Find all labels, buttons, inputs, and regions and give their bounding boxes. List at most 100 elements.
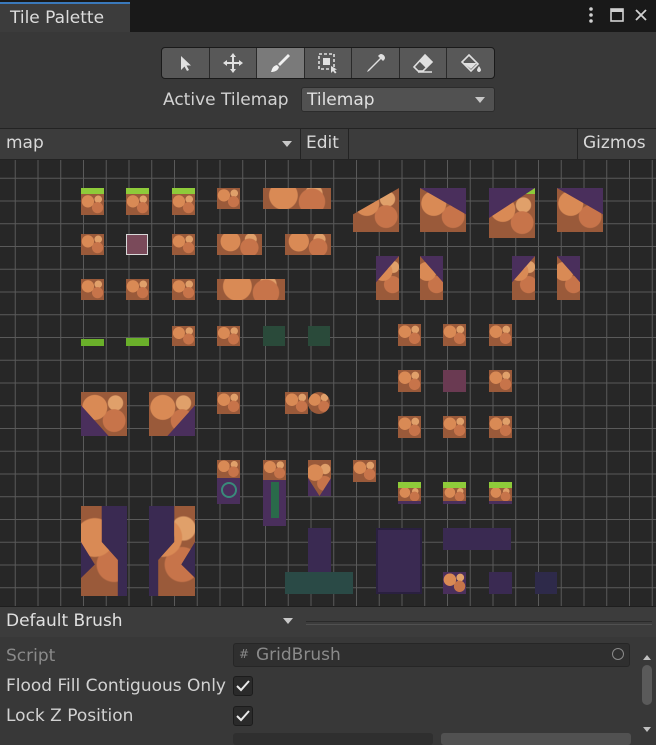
flood-fill-checkbox[interactable] (233, 676, 253, 696)
tile-grass-dirt[interactable] (172, 188, 195, 215)
tile-dirt[interactable] (398, 324, 421, 346)
partial-button[interactable] (441, 733, 631, 745)
tile-rock-pillar[interactable] (81, 506, 127, 596)
chevron-down-icon (282, 141, 292, 147)
tile-door[interactable] (285, 392, 308, 414)
scroll-up-icon[interactable] (643, 655, 651, 660)
tile-dungeon-door[interactable] (376, 528, 422, 594)
scroll-down-icon[interactable] (643, 727, 651, 732)
move-tool-button[interactable] (210, 48, 258, 78)
chevron-down-icon (283, 618, 293, 624)
more-vert-icon[interactable] (580, 4, 602, 26)
tile-dirt[interactable] (489, 324, 512, 346)
checkmark-icon (236, 680, 250, 692)
tile-dirt-wide[interactable] (217, 234, 262, 255)
palette-dropdown[interactable]: map (0, 129, 301, 159)
tile-stone[interactable] (489, 572, 512, 594)
tile-grass-slope[interactable] (489, 188, 535, 238)
chevron-down-icon (475, 97, 485, 103)
tile-swirl[interactable] (217, 460, 240, 504)
active-tilemap-dropdown[interactable]: Tilemap (301, 87, 495, 112)
select-tool-button[interactable] (162, 48, 210, 78)
gizmos-button[interactable]: Gizmos (577, 129, 656, 159)
tile-barrel[interactable] (308, 392, 330, 414)
tile-dirt[interactable] (489, 370, 512, 392)
box-fill-tool-button[interactable] (305, 48, 353, 78)
tile-grass-dirt[interactable] (126, 188, 149, 215)
tile-panel[interactable] (443, 370, 466, 392)
tile-dirt-wide[interactable] (217, 279, 285, 300)
brush-name: Default Brush (6, 611, 123, 631)
maximize-icon[interactable] (606, 4, 628, 26)
tile-dirt[interactable] (172, 326, 195, 346)
script-field: # GridBrush (233, 643, 630, 667)
tile-grass-slope[interactable] (512, 256, 535, 300)
tile-grass-ledge[interactable] (398, 482, 421, 504)
tile-palette-grid[interactable] (0, 160, 656, 606)
gizmos-label: Gizmos (583, 133, 646, 153)
erase-tool-button[interactable] (400, 48, 448, 78)
brush-dropdown[interactable]: Default Brush (0, 607, 301, 637)
tile-dirt-wide[interactable] (263, 188, 331, 209)
fill-tool-button[interactable] (447, 48, 494, 78)
lock-z-checkbox[interactable] (233, 706, 253, 726)
tile-grass-tuft[interactable] (126, 326, 149, 346)
tile-grass-dirt[interactable] (81, 188, 104, 215)
tile-dirt[interactable] (81, 279, 104, 300)
partial-field[interactable] (233, 733, 433, 745)
tile-rock-pillar[interactable] (149, 506, 195, 596)
tile-dirt[interactable] (126, 279, 149, 300)
tile-grass-ledge[interactable] (489, 482, 512, 504)
tile-slope[interactable] (376, 256, 399, 300)
object-picker-icon[interactable] (612, 648, 624, 660)
tile-dirt[interactable] (443, 324, 466, 346)
tile-dirt[interactable] (398, 416, 421, 438)
tile-dirt[interactable] (489, 416, 512, 438)
tile-rubble[interactable] (443, 572, 466, 594)
splitter-handle[interactable] (306, 621, 652, 625)
picker-tool-button[interactable] (352, 48, 400, 78)
tile-dirt-wide[interactable] (285, 234, 331, 255)
tile-dirt[interactable] (398, 370, 421, 392)
tile-dirt-drip[interactable] (308, 460, 331, 496)
paint-tool-button[interactable] (257, 48, 305, 78)
tab-tile-palette[interactable]: Tile Palette (0, 2, 130, 32)
tile-dirt[interactable] (172, 234, 195, 255)
tile-vine[interactable] (308, 326, 330, 346)
tile-grass-slope[interactable] (557, 256, 580, 300)
edit-button[interactable]: Edit (301, 129, 349, 159)
bucket-icon (460, 53, 481, 73)
checkmark-icon (236, 710, 250, 722)
tile-stone-wide[interactable] (443, 528, 511, 550)
arrow-icon (181, 56, 192, 71)
tool-toolbar (161, 47, 495, 79)
lock-z-label: Lock Z Position (6, 706, 134, 726)
move-icon (222, 53, 243, 73)
tile-dirt[interactable] (443, 416, 466, 438)
scroll-thumb[interactable] (642, 665, 652, 705)
tile-grass-tuft[interactable] (81, 326, 104, 346)
tile-selected[interactable] (126, 234, 148, 255)
tile-grass-ledge[interactable] (443, 482, 466, 504)
tile-slope[interactable] (353, 188, 399, 232)
tile-dirt[interactable] (81, 234, 104, 255)
tile-mossy-stone[interactable] (285, 572, 353, 594)
edit-label: Edit (306, 133, 339, 153)
close-icon[interactable] (630, 4, 652, 26)
inspector-scrollbar[interactable] (640, 655, 654, 737)
tile-vine-column[interactable] (263, 460, 286, 526)
tile-slope[interactable] (420, 188, 466, 232)
tile-grass-slope[interactable] (557, 188, 603, 232)
tile-dirt[interactable] (217, 326, 240, 346)
tile-dirt[interactable] (353, 460, 376, 482)
tile-vine[interactable] (263, 326, 285, 346)
palette-toolbar: map Edit Gizmos (0, 128, 656, 160)
tile-dirt[interactable] (217, 188, 240, 209)
tile-stone[interactable] (535, 572, 557, 594)
tile-slope[interactable] (420, 256, 443, 300)
tile-stone-column[interactable] (308, 528, 331, 572)
tile-corner[interactable] (81, 392, 127, 436)
tile-ladder[interactable] (217, 392, 240, 414)
tile-corner[interactable] (149, 392, 195, 436)
tile-dirt[interactable] (172, 279, 195, 300)
